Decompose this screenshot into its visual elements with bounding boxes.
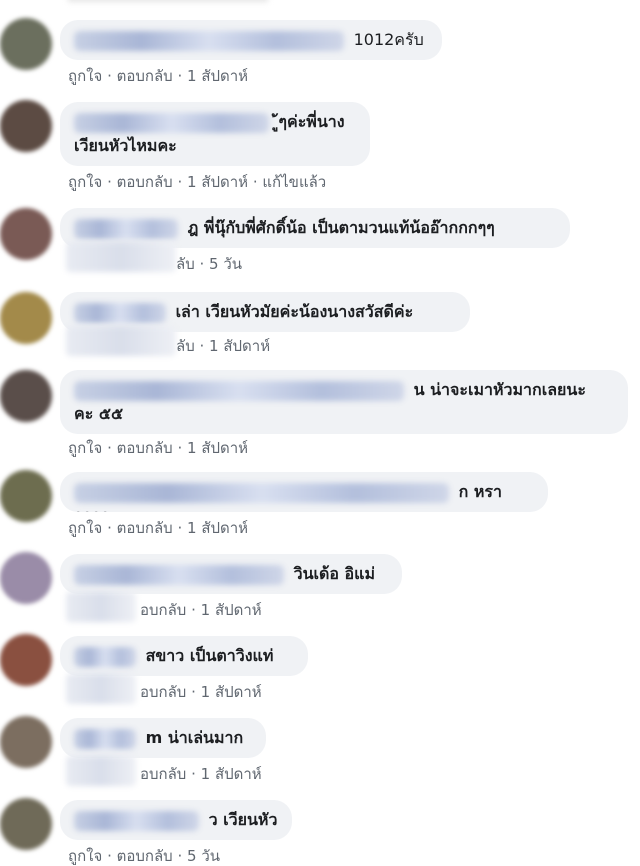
timestamp[interactable]: 1 สัปดาห์ [187, 173, 248, 191]
avatar[interactable] [0, 370, 52, 422]
like-link[interactable]: ถูกใจ [68, 847, 102, 865]
comment-actions: อบกลับ · 1 สัปดาห์ [140, 683, 262, 701]
reply-link[interactable]: ตอบกลับ [117, 847, 173, 865]
blurred-overlay [66, 592, 136, 622]
comment-text: เล่า เวียนหัวมัยค่ะน้องนางสวัสดีค่ะ [175, 302, 414, 321]
comment-text: วินเด้อ อิแม่ [293, 564, 376, 583]
blurred-name [74, 380, 404, 401]
comment-bubble: 1012ครับ [60, 20, 442, 60]
comment-text: ฎ พี่นุ๊กับพี่ศักดิ์น้อ เป็นตามวนแท้น้ออ… [187, 218, 495, 237]
reply-link[interactable]: ตอบกลับ [117, 439, 173, 457]
reply-link[interactable]: ตอบกลับ [117, 519, 173, 537]
comment-text: น น่าจะเมาหัวมากเลยนะ [413, 380, 586, 399]
comment-text: ว เวียนหัว [208, 810, 278, 829]
comment-bubble: วินเด้อ อิแม่ [60, 554, 402, 594]
blurred-name [74, 218, 178, 239]
comment-bubble: น น่าจะเมาหัวมากเลยนะ คะ ๕๕ [60, 370, 628, 434]
comment-bubble: ก หราาาาา [60, 472, 548, 512]
blurred-name [74, 564, 284, 585]
like-link[interactable]: ถูกใจ [68, 173, 102, 191]
avatar[interactable] [0, 798, 52, 850]
cut-off-actions [68, 0, 268, 2]
timestamp[interactable]: 5 วัน [209, 255, 242, 273]
comment-text: สขาว เป็นตาวิงแท่ [145, 646, 274, 665]
blurred-overlay [66, 756, 136, 786]
reply-link[interactable]: ลับ [176, 255, 195, 273]
comment-bubble: m น่าเล่นมาก [60, 718, 266, 758]
avatar[interactable] [0, 292, 52, 344]
blurred-name [74, 112, 269, 133]
timestamp[interactable]: 1 สัปดาห์ [187, 519, 248, 537]
avatar[interactable] [0, 470, 52, 522]
like-link[interactable]: ถูกใจ [68, 67, 102, 85]
timestamp[interactable]: 5 วัน [187, 847, 220, 865]
blurred-name [74, 810, 199, 831]
blurred-name [74, 302, 166, 323]
reply-link[interactable]: อบกลับ [140, 765, 186, 783]
blurred-name [74, 482, 449, 503]
avatar[interactable] [0, 208, 52, 260]
comment-actions: ถูกใจ · ตอบกลับ · 1 สัปดาห์ [68, 67, 249, 85]
comment-text-line2: เวียนหัวไหมคะ [74, 136, 177, 155]
avatar[interactable] [0, 552, 52, 604]
blurred-name [74, 728, 136, 749]
comment-actions: ถูกใจ · ตอบกลับ · 5 วัน [68, 847, 221, 865]
timestamp[interactable]: 1 สัปดาห์ [209, 337, 270, 355]
timestamp[interactable]: 1 สัปดาห์ [201, 601, 262, 619]
blurred-name [74, 30, 344, 51]
comment-actions: ถูกใจ · ตอบกลับ · 1 สัปดาห์ [68, 439, 249, 457]
comment-actions: ถูกใจ · ตอบกลับ · 1 สัปดาห์ · แก้ไขแล้ว [68, 173, 327, 191]
blurred-overlay [66, 674, 136, 704]
comment-actions: อบกลับ · 1 สัปดาห์ [140, 601, 262, 619]
comment-actions: อบกลับ · 1 สัปดาห์ [140, 765, 262, 783]
blurred-name [74, 646, 136, 667]
comment-bubble: ู้ๆค่ะพี่นาง เวียนหัวไหมคะ [60, 102, 370, 166]
comment-actions: ลับ · 5 วัน [176, 255, 243, 273]
like-link[interactable]: ถูกใจ [68, 519, 102, 537]
avatar[interactable] [0, 634, 52, 686]
blurred-overlay [66, 242, 176, 272]
reply-link[interactable]: ลับ [176, 337, 195, 355]
reply-link[interactable]: ตอบกลับ [117, 67, 173, 85]
comment-text-line2: คะ ๕๕ [74, 404, 124, 423]
comment-bubble: สขาว เป็นตาวิงแท่ [60, 636, 308, 676]
like-link[interactable]: ถูกใจ [68, 439, 102, 457]
comment-actions: ถูกใจ · ตอบกลับ · 1 สัปดาห์ [68, 519, 249, 537]
timestamp[interactable]: 1 สัปดาห์ [201, 683, 262, 701]
reply-link[interactable]: อบกลับ [140, 601, 186, 619]
comment-bubble: ว เวียนหัว [60, 800, 292, 840]
timestamp[interactable]: 1 สัปดาห์ [187, 439, 248, 457]
comment-text: 1012ครับ [353, 30, 424, 49]
comment-text: ู้ๆค่ะพี่นาง [278, 112, 345, 131]
blurred-overlay [66, 326, 176, 356]
comment-actions: ลับ · 1 สัปดาห์ [176, 337, 271, 355]
comment-text: m น่าเล่นมาก [145, 728, 244, 747]
avatar[interactable] [0, 18, 52, 70]
timestamp[interactable]: 1 สัปดาห์ [187, 67, 248, 85]
reply-link[interactable]: ตอบกลับ [117, 173, 173, 191]
avatar[interactable] [0, 716, 52, 768]
avatar[interactable] [0, 100, 52, 152]
timestamp[interactable]: 1 สัปดาห์ [201, 765, 262, 783]
edited-label[interactable]: แก้ไขแล้ว [262, 173, 326, 191]
reply-link[interactable]: อบกลับ [140, 683, 186, 701]
